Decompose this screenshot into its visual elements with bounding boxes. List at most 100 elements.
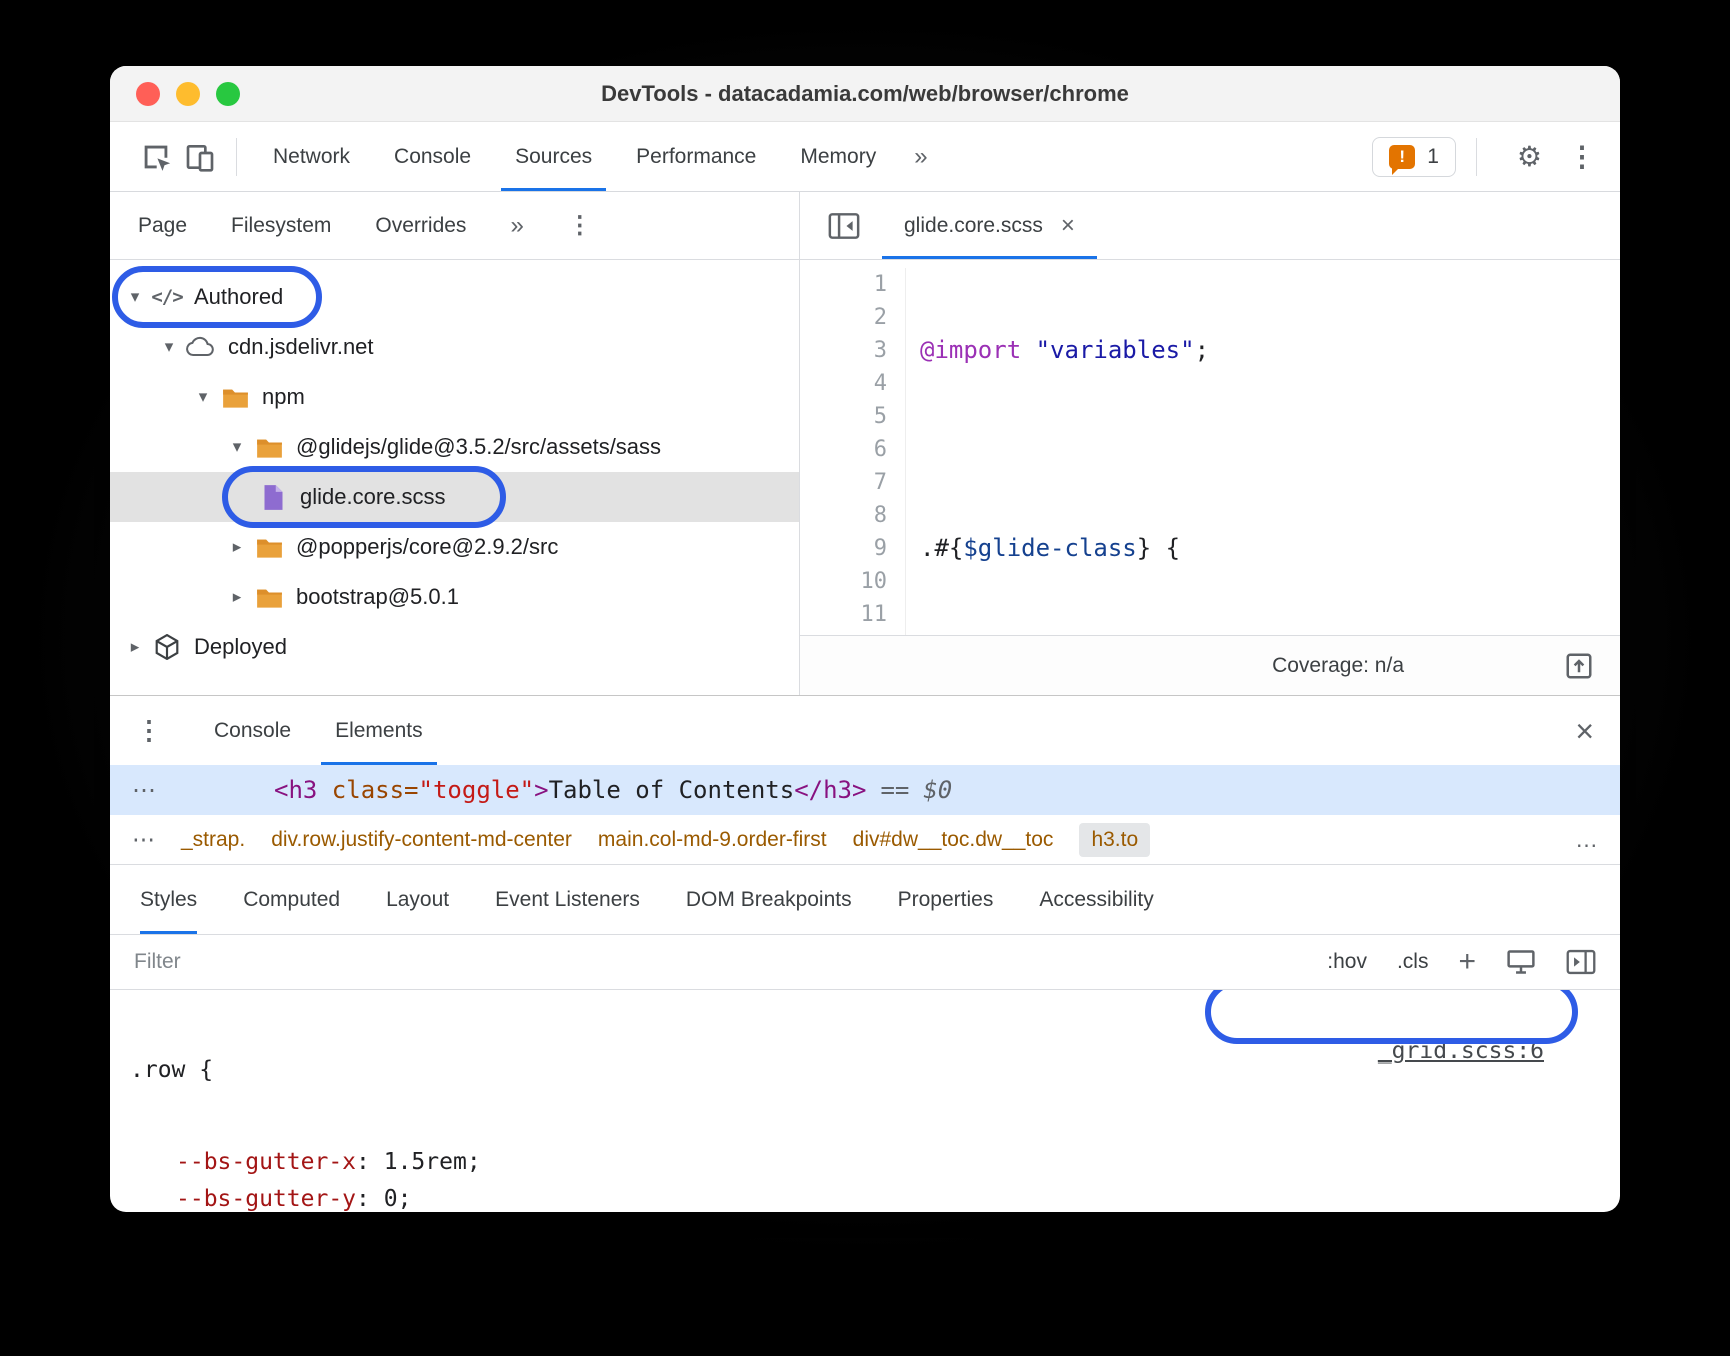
line-number[interactable]: 9	[800, 532, 887, 565]
css-property-name[interactable]: --bs-gutter-x	[176, 1149, 356, 1175]
node-equals: ==	[880, 776, 909, 804]
tree-item-bootstrap[interactable]: ▸ bootstrap@5.0.1	[110, 572, 799, 622]
breadcrumb-item[interactable]: main.col-md-9.order-first	[598, 828, 827, 852]
css-property-value[interactable]: 0	[384, 1186, 398, 1212]
panel-tabs: Network Console Sources Performance Memo…	[251, 122, 898, 191]
tab-sources[interactable]: Sources	[493, 122, 614, 191]
file-tree: ▾ </> Authored ▾ cdn.jsdelivr.net ▾	[110, 260, 799, 695]
breadcrumb-item[interactable]: _strap.	[181, 828, 245, 852]
css-property-name[interactable]: --bs-gutter-y	[176, 1186, 356, 1212]
toggle-styles-sidebar-button[interactable]	[1566, 949, 1596, 975]
new-style-rule-button[interactable]: +	[1458, 945, 1476, 979]
close-icon[interactable]: ×	[1061, 212, 1075, 240]
tree-item-glidejs-path[interactable]: ▾ @glidejs/glide@3.5.2/src/assets/sass	[110, 422, 799, 472]
node-attr-name: class=	[317, 776, 418, 804]
breadcrumb-overflow-button[interactable]: …	[1575, 826, 1598, 853]
navigator-pane: Page Filesystem Overrides » ⋮ ▾ </> Auth…	[110, 192, 800, 695]
styles-toolbar-buttons: :hov .cls +	[1327, 945, 1596, 979]
tab-overrides[interactable]: Overrides	[375, 214, 466, 238]
package-cube-icon	[150, 634, 184, 660]
line-number[interactable]: 5	[800, 400, 887, 433]
tab-console[interactable]: Console	[372, 122, 493, 191]
breadcrumb-item-selected[interactable]: h3.to	[1079, 823, 1150, 857]
sources-panel: Page Filesystem Overrides » ⋮ ▾ </> Auth…	[110, 192, 1620, 695]
tab-layout[interactable]: Layout	[386, 865, 449, 934]
line-number[interactable]: 11	[800, 598, 887, 631]
tab-performance[interactable]: Performance	[614, 122, 778, 191]
styles-sidebar-tabs: Styles Computed Layout Event Listeners D…	[110, 865, 1620, 935]
style-declaration: --bs-gutter-x: 1.5rem;	[130, 1144, 1600, 1181]
tab-network[interactable]: Network	[251, 122, 372, 191]
node-result: $0	[923, 776, 952, 804]
tree-item-authored[interactable]: ▾ </> Authored	[110, 272, 799, 322]
css-property-value[interactable]: 1.5rem	[384, 1149, 467, 1175]
inspect-element-button[interactable]	[134, 135, 178, 179]
settings-gear-button[interactable]: ⚙	[1517, 140, 1542, 173]
device-toolbar-button[interactable]	[178, 135, 222, 179]
line-number[interactable]: 2	[800, 301, 887, 334]
semicolon: ;	[398, 1186, 412, 1212]
navigator-kebab-button[interactable]: ⋮	[568, 211, 592, 240]
elements-selected-node[interactable]: ⋯ <h3 class="toggle">Table of Contents</…	[110, 765, 1620, 815]
line-number[interactable]: 4	[800, 367, 887, 400]
close-window-button[interactable]	[136, 82, 160, 106]
code-lines[interactable]: @import "variables"; .#{$glide-class} { …	[906, 268, 1397, 635]
toggle-element-state-button[interactable]: :hov	[1327, 950, 1367, 974]
style-rule-header: .row { _grid.scss:6	[130, 996, 1600, 1144]
tree-item-label: Deployed	[194, 634, 287, 660]
tab-event-listeners[interactable]: Event Listeners	[495, 865, 640, 934]
drawer-kebab-button[interactable]: ⋮	[136, 715, 162, 746]
tab-page[interactable]: Page	[138, 214, 187, 238]
ellipsis-icon[interactable]: ⋯	[132, 776, 156, 805]
tab-dom-breakpoints[interactable]: DOM Breakpoints	[686, 865, 852, 934]
issues-badge[interactable]: ! 1	[1372, 137, 1456, 177]
tree-item-popperjs[interactable]: ▸ @popperjs/core@2.9.2/src	[110, 522, 799, 572]
style-selector[interactable]: .row	[130, 1052, 185, 1089]
line-number[interactable]: 10	[800, 565, 887, 598]
more-tabs-button[interactable]: »	[898, 143, 943, 171]
drawer-tab-elements[interactable]: Elements	[313, 696, 445, 765]
styles-rules: .row { _grid.scss:6 --bs-gutter-x: 1.5re…	[110, 990, 1620, 1212]
device-toolbar-icon	[184, 141, 216, 173]
zoom-window-button[interactable]	[216, 82, 240, 106]
tree-item-cdn-jsdelivr[interactable]: ▾ cdn.jsdelivr.net	[110, 322, 799, 372]
coverage-bar: Coverage: n/a	[800, 635, 1620, 695]
element-classes-button[interactable]: .cls	[1397, 950, 1429, 974]
node-open-tag: <h3	[274, 776, 317, 804]
collapse-navigator-button[interactable]	[828, 212, 860, 240]
styles-filter-input[interactable]	[134, 950, 554, 974]
line-number[interactable]: 7	[800, 466, 887, 499]
tab-filesystem[interactable]: Filesystem	[231, 214, 331, 238]
line-number[interactable]: 3	[800, 334, 887, 367]
line-number[interactable]: 1	[800, 268, 887, 301]
breadcrumb-item[interactable]: div.row.justify-content-md-center	[271, 828, 572, 852]
titlebar: DevTools - datacadamia.com/web/browser/c…	[110, 66, 1620, 122]
tree-item-npm[interactable]: ▾ npm	[110, 372, 799, 422]
minimize-window-button[interactable]	[176, 82, 200, 106]
tab-styles[interactable]: Styles	[140, 865, 197, 934]
rule-source-link[interactable]: _grid.scss:6	[1378, 1038, 1544, 1064]
tab-accessibility[interactable]: Accessibility	[1039, 865, 1153, 934]
tree-item-label: npm	[262, 384, 305, 410]
more-navigator-tabs-button[interactable]: »	[510, 212, 523, 240]
drawer-tab-console[interactable]: Console	[192, 696, 313, 765]
editor-pane: glide.core.scss × 1 2 3 4 5 6 7 8 9	[800, 192, 1620, 695]
tab-properties[interactable]: Properties	[898, 865, 994, 934]
main-menu-kebab-button[interactable]: ⋮	[1568, 140, 1596, 173]
issues-count: 1	[1427, 145, 1439, 169]
tab-memory[interactable]: Memory	[778, 122, 898, 191]
navigator-tabs: Page Filesystem Overrides » ⋮	[110, 192, 799, 260]
show-coverage-button[interactable]	[1564, 651, 1594, 681]
line-number[interactable]: 6	[800, 433, 887, 466]
tab-computed[interactable]: Computed	[243, 865, 340, 934]
close-drawer-button[interactable]: ×	[1575, 715, 1594, 747]
editor-tab-glide-core-scss[interactable]: glide.core.scss ×	[882, 192, 1097, 259]
breadcrumb-item[interactable]: div#dw__toc.dw__toc	[853, 828, 1054, 852]
line-number[interactable]: 8	[800, 499, 887, 532]
dock-right-icon	[1566, 949, 1596, 975]
rendering-emulation-button[interactable]	[1506, 949, 1536, 975]
tree-item-deployed[interactable]: ▸ Deployed	[110, 622, 799, 672]
tree-item-glide-core-scss[interactable]: glide.core.scss	[110, 472, 799, 522]
breadcrumb-overflow-button[interactable]: ⋯	[132, 826, 155, 853]
editor-tab-label: glide.core.scss	[904, 214, 1043, 238]
